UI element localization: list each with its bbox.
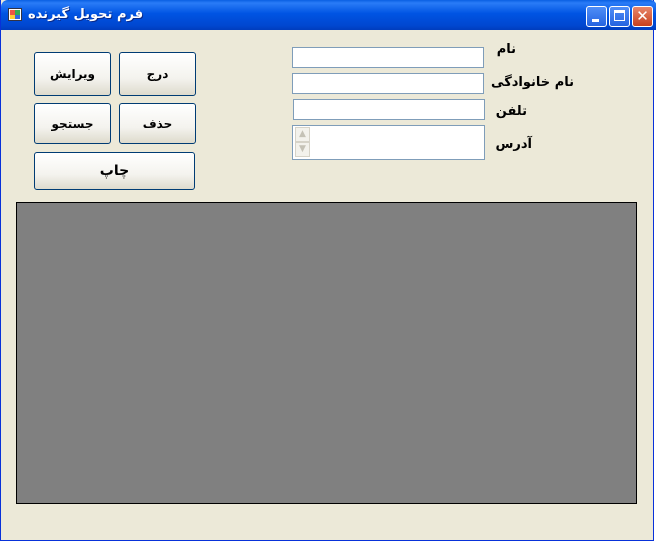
phone-label: تلفن <box>495 104 527 119</box>
scroll-up-icon[interactable]: ▲ <box>295 127 310 142</box>
maximize-button[interactable] <box>609 6 630 27</box>
print-button[interactable]: چاپ <box>34 152 195 190</box>
data-grid[interactable] <box>16 202 637 504</box>
minimize-icon <box>592 19 599 22</box>
app-icon <box>8 8 22 21</box>
title-bar[interactable]: فرم تحویل گیرنده ✕ <box>1 0 656 30</box>
close-icon: ✕ <box>636 7 649 25</box>
insert-button[interactable]: درج <box>119 52 196 96</box>
family-name-field[interactable] <box>292 73 484 94</box>
name-label: نام <box>496 42 516 57</box>
minimize-button[interactable] <box>586 6 607 27</box>
delete-button[interactable]: حذف <box>119 103 196 144</box>
phone-field[interactable] <box>293 99 485 120</box>
close-button[interactable]: ✕ <box>632 6 653 27</box>
address-label: آدرس <box>495 137 532 152</box>
search-button[interactable]: جستجو <box>34 103 111 144</box>
address-scrollbar[interactable]: ▲ ▼ <box>295 127 311 159</box>
address-field[interactable]: ▲ ▼ <box>292 125 485 160</box>
window-title: فرم تحویل گیرنده <box>28 7 144 22</box>
family-name-label: نام خانوادگی <box>491 75 574 90</box>
scroll-down-icon[interactable]: ▼ <box>295 142 310 157</box>
edit-button[interactable]: ویرایش <box>34 52 111 96</box>
maximize-icon <box>614 10 625 21</box>
main-window: فرم تحویل گیرنده ✕ درج ویرایش حذف جستجو … <box>0 0 656 541</box>
name-field[interactable] <box>292 47 484 68</box>
